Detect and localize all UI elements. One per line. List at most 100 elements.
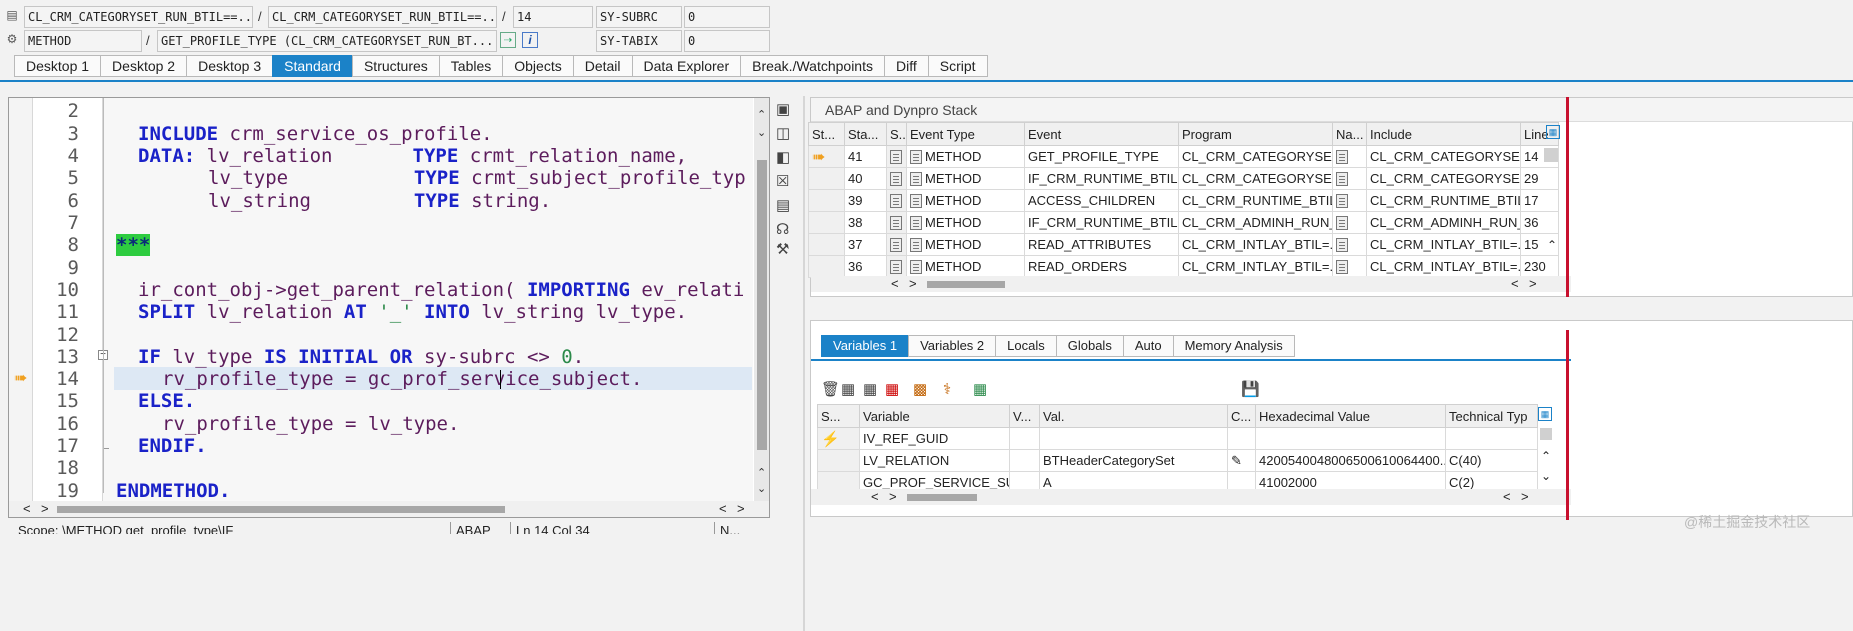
variable-column-header[interactable]: C... — [1227, 404, 1256, 428]
scroll-left-icon[interactable]: < — [23, 501, 31, 516]
tab-desktop-1[interactable]: Desktop 1 — [14, 55, 101, 77]
tab-standard[interactable]: Standard — [272, 55, 352, 77]
stack-row[interactable]: ➠ 41 METHOD GET_PROFILE_TYPE CL_CRM_CATEGORY… — [808, 145, 1559, 168]
scroll-up-icon[interactable]: ⌃ — [757, 466, 766, 479]
scroll-left-icon[interactable]: < — [1511, 276, 1519, 291]
sysvar-value-field[interactable]: 0 — [684, 6, 770, 28]
vartab-locals[interactable]: Locals — [995, 335, 1056, 357]
edit-pencil-icon[interactable]: ✎ — [1231, 453, 1242, 468]
import-icon[interactable]: ▦ — [863, 380, 877, 398]
event-field[interactable]: GET_PROFILE_TYPE (CL_CRM_CATEGORYSET_RUN… — [157, 30, 497, 52]
navigate-icon[interactable] — [1336, 194, 1348, 209]
variable-column-header[interactable]: Hexadecimal Value — [1255, 404, 1446, 428]
tab-break-watchpoints[interactable]: Break./Watchpoints — [740, 55, 884, 77]
vartab-memory-analysis[interactable]: Memory Analysis — [1172, 335, 1295, 357]
tab-objects[interactable]: Objects — [502, 55, 573, 77]
stack-row[interactable]: 36 METHOD READ_ORDERS CL_CRM_INTLAY_BTIL=..… — [808, 255, 1559, 278]
stack-row[interactable]: 40 METHOD IF_CRM_RUNTIME_BTIL... CL_CRM_CAT… — [808, 167, 1559, 190]
stack-row[interactable]: 38 METHOD IF_CRM_RUNTIME_BTIL... CL_CRM_ADM… — [808, 211, 1559, 234]
vertical-splitter[interactable] — [803, 96, 805, 631]
scroll-thumb[interactable] — [757, 160, 767, 450]
scroll-left-icon[interactable]: < — [719, 501, 727, 516]
navigate-icon[interactable]: ⇢ — [500, 32, 516, 48]
variable-column-header[interactable]: Technical Typ — [1445, 404, 1538, 428]
variable-column-header[interactable]: S... — [817, 404, 860, 428]
tab-desktop-2[interactable]: Desktop 2 — [100, 55, 187, 77]
var-scroll-thumb[interactable] — [1540, 428, 1552, 440]
variable-row[interactable]: ⚡ IV_REF_GUID — [817, 427, 1538, 450]
stack-column-header[interactable]: Event — [1024, 122, 1179, 146]
delete-icon[interactable]: 🗑 — [821, 380, 840, 398]
scroll-up-icon[interactable]: ⌃ — [1547, 238, 1557, 252]
navigate-icon[interactable] — [1336, 172, 1348, 187]
share-icon[interactable]: ⚕ — [943, 380, 951, 398]
scroll-up-icon[interactable]: ⌃ — [757, 108, 766, 121]
tools-icon[interactable]: ⚒ — [776, 240, 789, 258]
tab-script[interactable]: Script — [927, 55, 988, 77]
info-icon[interactable]: i — [522, 32, 538, 48]
stack-column-header[interactable]: Include — [1366, 122, 1521, 146]
stack-scroll-thumb[interactable] — [1544, 148, 1558, 162]
editor-vertical-scrollbar[interactable]: ⌃ ⌄ ⌃ ⌄ — [754, 98, 769, 501]
h-scroll-thumb[interactable] — [57, 506, 505, 513]
vartab-variables-1[interactable]: Variables 1 — [821, 335, 909, 357]
stack-column-header[interactable]: St... — [808, 122, 845, 146]
tab-diff[interactable]: Diff — [883, 55, 928, 77]
stack-column-header[interactable]: Program — [1178, 122, 1333, 146]
sysvar2-value-field[interactable]: 0 — [684, 30, 770, 52]
stack-column-header[interactable]: Sta... — [844, 122, 887, 146]
column-settings-icon[interactable]: ▦ — [1546, 125, 1560, 139]
navigate-icon[interactable] — [1336, 238, 1348, 253]
scroll-up-icon[interactable]: ⌃ — [1541, 449, 1551, 463]
stack-column-header[interactable]: Na... — [1332, 122, 1367, 146]
scroll-down-icon[interactable]: ⌄ — [1541, 469, 1551, 483]
tab-detail[interactable]: Detail — [572, 55, 632, 77]
scroll-right-icon[interactable]: > — [737, 501, 745, 516]
grid-icon[interactable]: ▩ — [913, 380, 927, 398]
column-settings-icon[interactable]: ▦ — [1538, 407, 1552, 421]
scroll-left-icon[interactable]: < — [891, 276, 899, 291]
var-horizontal-scrollbar[interactable]: < > < > — [811, 489, 1571, 505]
vartab-auto[interactable]: Auto — [1122, 335, 1173, 357]
close-panel-icon[interactable]: ☒ — [776, 172, 789, 190]
save-icon[interactable]: 💾 — [1241, 380, 1260, 398]
new-window-icon[interactable]: ◫ — [776, 124, 790, 142]
scroll-right-icon[interactable]: > — [41, 501, 49, 516]
scroll-right-icon[interactable]: > — [889, 489, 897, 504]
tab-desktop-3[interactable]: Desktop 3 — [186, 55, 273, 77]
variable-column-header[interactable]: Val. — [1039, 404, 1228, 428]
stack-row[interactable]: 37 METHOD READ_ATTRIBUTES CL_CRM_INTLAY_BTI… — [808, 233, 1559, 256]
navigate-icon[interactable] — [1336, 260, 1348, 275]
collapse-icon[interactable]: ▣ — [776, 100, 790, 118]
scroll-left-icon[interactable]: < — [871, 489, 879, 504]
variable-row[interactable]: LV_RELATION BTHeaderCategorySet ✎ 420054004… — [817, 449, 1538, 472]
stack-horizontal-scrollbar[interactable]: < > < > — [811, 276, 1571, 292]
scroll-right-icon[interactable]: > — [1529, 276, 1537, 291]
tab-data-explorer[interactable]: Data Explorer — [631, 55, 741, 77]
headset-icon[interactable]: ☊ — [776, 220, 789, 238]
line-field[interactable]: 14 — [513, 6, 593, 28]
scroll-right-icon[interactable]: > — [1521, 489, 1529, 504]
stack-column-header[interactable]: S... — [886, 122, 907, 146]
scroll-down-icon[interactable]: ⌄ — [757, 482, 766, 495]
stack-row[interactable]: 39 METHOD ACCESS_CHILDREN CL_CRM_RUNTIME_BT… — [808, 189, 1559, 212]
h-scroll-thumb[interactable] — [907, 494, 977, 501]
h-scroll-thumb[interactable] — [927, 281, 1005, 288]
layout-icon[interactable]: ▤ — [776, 196, 790, 214]
program-field-2[interactable]: CL_CRM_CATEGORYSET_RUN_BTIL==... — [268, 6, 497, 28]
navigate-icon[interactable] — [1336, 150, 1348, 165]
scroll-left-icon[interactable]: < — [1503, 489, 1511, 504]
program-field-1[interactable]: CL_CRM_CATEGORYSET_RUN_BTIL==... — [24, 6, 253, 28]
import-data-icon[interactable]: ▦ — [973, 380, 987, 398]
export-icon[interactable]: ▦ — [841, 380, 855, 398]
editor-horizontal-scrollbar[interactable]: < > < > — [9, 501, 769, 517]
variable-column-header[interactable]: V... — [1009, 404, 1040, 428]
scroll-right-icon[interactable]: > — [909, 276, 917, 291]
variable-column-header[interactable]: Variable — [859, 404, 1010, 428]
remove-icon[interactable]: ▦ — [885, 380, 899, 398]
stack-column-header[interactable]: Event Type — [906, 122, 1025, 146]
scroll-down-icon[interactable]: ⌄ — [757, 126, 766, 139]
vartab-globals[interactable]: Globals — [1055, 335, 1123, 357]
split-icon[interactable]: ◧ — [776, 148, 790, 166]
tab-tables[interactable]: Tables — [438, 55, 503, 77]
